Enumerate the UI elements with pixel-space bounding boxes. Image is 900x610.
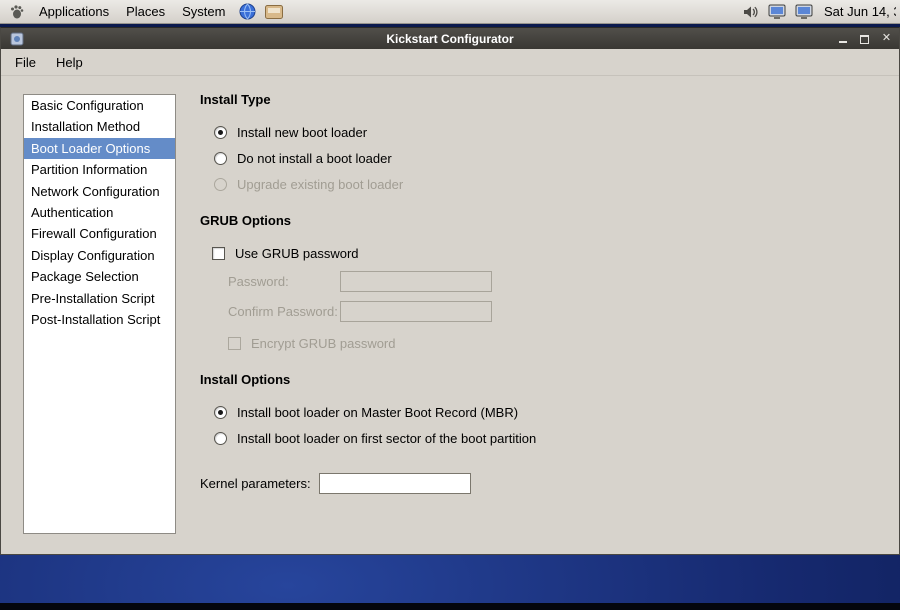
sidebar-item-boot-loader-options[interactable]: Boot Loader Options <box>24 138 175 159</box>
grub-options-heading: GRUB Options <box>200 213 760 228</box>
checkbox-row-use-grub-password[interactable]: Use GRUB password <box>200 240 760 266</box>
checkbox-use-grub-password[interactable] <box>212 247 225 260</box>
kernel-parameters-row: Kernel parameters: <box>200 473 760 494</box>
sidebar-item-post-installation-script[interactable]: Post-Installation Script <box>24 309 175 330</box>
install-type-heading: Install Type <box>200 92 760 107</box>
maximize-button[interactable] <box>858 32 871 45</box>
sidebar-item-package-selection[interactable]: Package Selection <box>24 266 175 287</box>
radio-row-do-not-install[interactable]: Do not install a boot loader <box>200 145 760 171</box>
radio-row-upgrade-existing: Upgrade existing boot loader <box>200 171 760 197</box>
radio-label: Upgrade existing boot loader <box>237 177 403 192</box>
close-icon: ✕ <box>882 32 891 45</box>
app-launcher-icon[interactable] <box>263 1 285 23</box>
window-icon <box>9 31 25 47</box>
confirm-password-field-row: Confirm Password: <box>200 296 760 326</box>
distro-logo-icon[interactable] <box>6 1 28 23</box>
panel-clock[interactable]: Sat Jun 14, 3 <box>818 4 896 19</box>
window-title: Kickstart Configurator <box>1 32 899 46</box>
radio-install-first-sector[interactable] <box>214 432 227 445</box>
sidebar-item-firewall-configuration[interactable]: Firewall Configuration <box>24 223 175 244</box>
sidebar-item-partition-information[interactable]: Partition Information <box>24 159 175 180</box>
sidebar-item-basic-configuration[interactable]: Basic Configuration <box>24 95 175 116</box>
window-titlebar[interactable]: Kickstart Configurator ✕ <box>1 28 899 49</box>
checkbox-label: Encrypt GRUB password <box>251 336 396 351</box>
password-label: Password: <box>228 274 340 289</box>
radio-label: Install new boot loader <box>237 125 367 140</box>
desktop-bottom-strip <box>0 603 900 610</box>
radio-row-install-mbr[interactable]: Install boot loader on Master Boot Recor… <box>200 399 760 425</box>
password-field-row: Password: <box>200 266 760 296</box>
radio-row-install-new-boot-loader[interactable]: Install new boot loader <box>200 119 760 145</box>
radio-install-new-boot-loader[interactable] <box>214 126 227 139</box>
radio-do-not-install[interactable] <box>214 152 227 165</box>
sidebar-item-authentication[interactable]: Authentication <box>24 202 175 223</box>
web-browser-icon[interactable] <box>236 1 258 23</box>
confirm-password-label: Confirm Password: <box>228 304 340 319</box>
sidebar-item-pre-installation-script[interactable]: Pre-Installation Script <box>24 288 175 309</box>
menu-places[interactable]: Places <box>118 1 173 22</box>
radio-label: Install boot loader on first sector of t… <box>237 431 536 446</box>
checkbox-row-encrypt-grub-password: Encrypt GRUB password <box>200 330 760 356</box>
display-1-icon[interactable] <box>766 1 788 23</box>
menu-help[interactable]: Help <box>46 50 93 75</box>
sidebar-item-installation-method[interactable]: Installation Method <box>24 116 175 137</box>
category-list: Basic Configuration Installation Method … <box>23 94 176 534</box>
radio-install-mbr[interactable] <box>214 406 227 419</box>
window-menubar: File Help <box>1 49 899 76</box>
maximize-icon <box>860 35 869 44</box>
radio-label: Do not install a boot loader <box>237 151 392 166</box>
top-panel: Applications Places System <box>0 0 900 24</box>
minimize-button[interactable] <box>836 32 849 45</box>
menu-file[interactable]: File <box>5 50 46 75</box>
menu-applications[interactable]: Applications <box>31 1 117 22</box>
radio-upgrade-existing <box>214 178 227 191</box>
install-options-heading: Install Options <box>200 372 760 387</box>
display-2-icon[interactable] <box>793 1 815 23</box>
sidebar-item-network-configuration[interactable]: Network Configuration <box>24 181 175 202</box>
menu-system[interactable]: System <box>174 1 233 22</box>
window-content: Basic Configuration Installation Method … <box>1 76 899 554</box>
checkbox-label: Use GRUB password <box>235 246 359 261</box>
password-input <box>340 271 492 292</box>
minimize-icon <box>839 41 847 43</box>
volume-icon[interactable] <box>739 1 761 23</box>
kickstart-configurator-window: Kickstart Configurator ✕ File Help Basic… <box>0 27 900 555</box>
confirm-password-input <box>340 301 492 322</box>
close-button[interactable]: ✕ <box>880 32 893 45</box>
kernel-parameters-input[interactable] <box>319 473 471 494</box>
radio-row-install-first-sector[interactable]: Install boot loader on first sector of t… <box>200 425 760 451</box>
sidebar-item-display-configuration[interactable]: Display Configuration <box>24 245 175 266</box>
kernel-parameters-label: Kernel parameters: <box>200 476 311 491</box>
boot-loader-options-pane: Install Type Install new boot loader Do … <box>200 92 760 494</box>
checkbox-encrypt-grub-password <box>228 337 241 350</box>
radio-label: Install boot loader on Master Boot Recor… <box>237 405 518 420</box>
